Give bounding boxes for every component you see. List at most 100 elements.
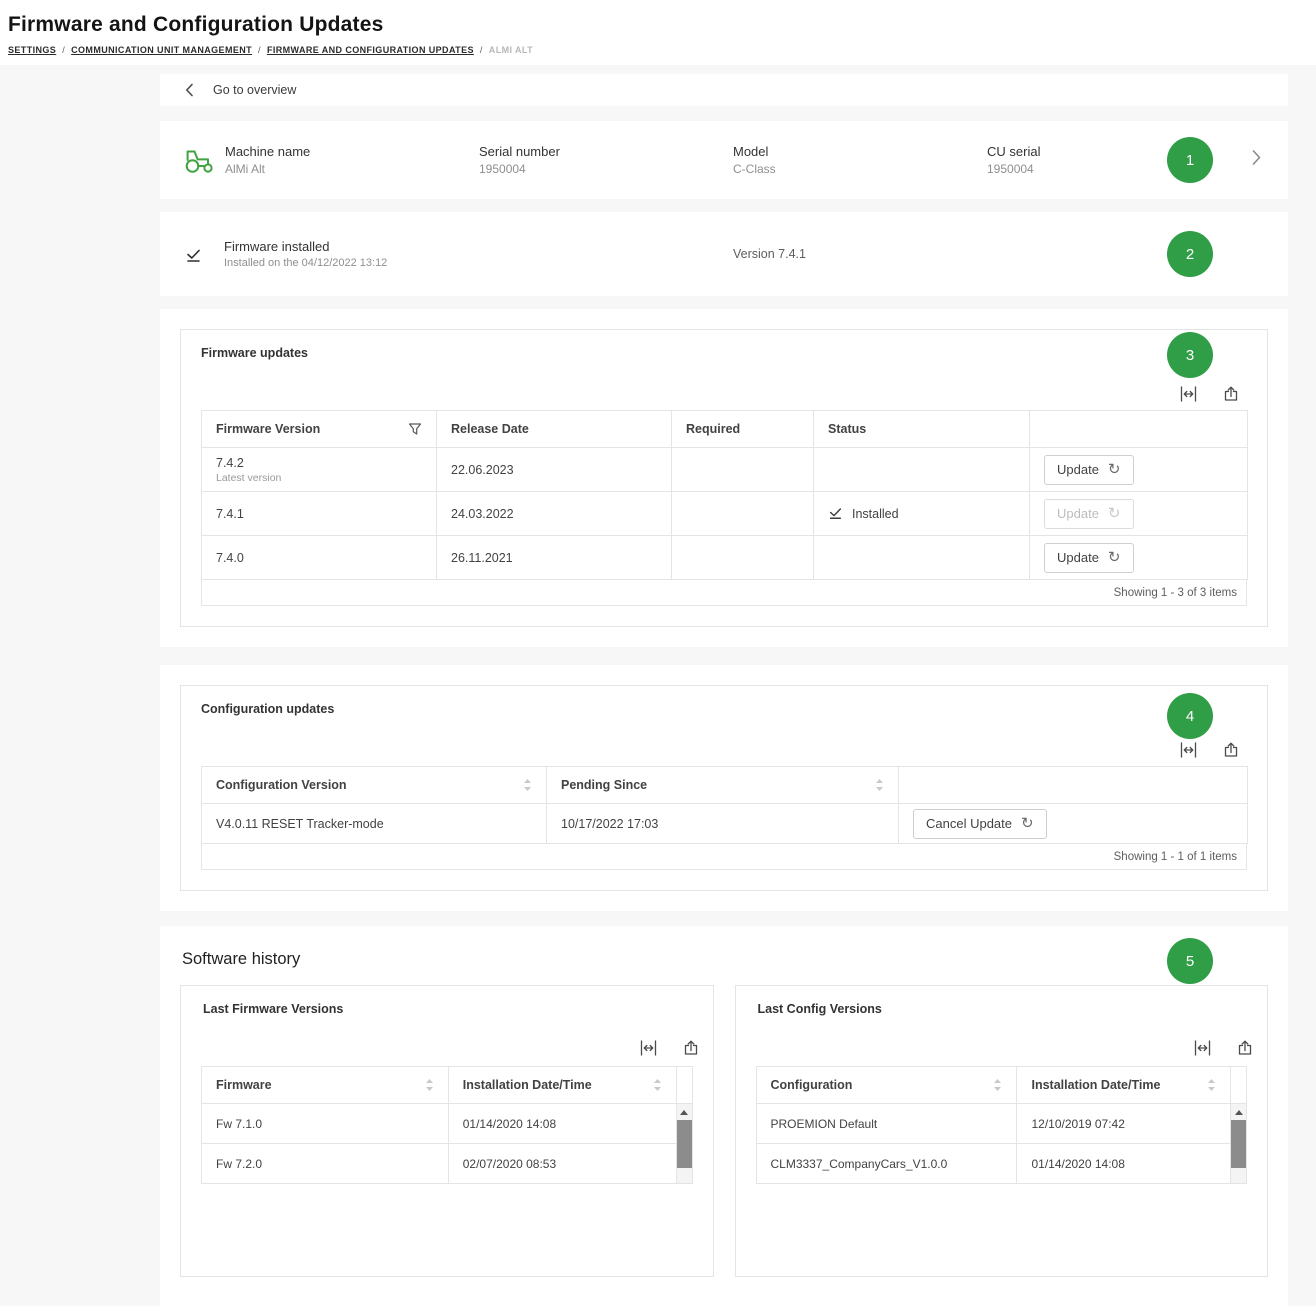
firmware-updates-box: Firmware updates 3 Firmware Version	[180, 329, 1268, 627]
scroll-up-button[interactable]	[1231, 1104, 1246, 1120]
sort-icon[interactable]	[875, 778, 884, 792]
firmware-row-742: 7.4.2 Latest version 22.06.2023 Update ↻	[202, 448, 1248, 492]
breadcrumb-current-machine: ALMI ALT	[489, 45, 533, 55]
update-button-label: Update	[1057, 506, 1099, 521]
last-firmware-table-wrap: Firmware Installation Date/Time	[201, 1066, 693, 1184]
step-badge-4: 4	[1167, 693, 1213, 739]
pending-since-cell: 10/17/2022 17:03	[547, 804, 899, 844]
firmware-version-text: 7.4.2	[216, 456, 422, 470]
column-settings-icon[interactable]	[1180, 386, 1197, 402]
breadcrumb-communication-unit-management[interactable]: COMMUNICATION UNIT MANAGEMENT	[71, 45, 252, 55]
column-settings-icon[interactable]	[1194, 1040, 1211, 1056]
sort-icon[interactable]	[425, 1078, 434, 1092]
configuration-updates-toolbar	[201, 742, 1239, 758]
vertical-scrollbar[interactable]	[1230, 1066, 1247, 1184]
firmware-version-cell: 7.4.2 Latest version	[202, 448, 437, 492]
last-firmware-versions-panel: Last Firmware Versions	[180, 985, 714, 1277]
sort-icon[interactable]	[993, 1078, 1002, 1092]
firmware-version-header: Firmware Version	[202, 411, 437, 448]
firmware-updates-card: Firmware updates 3 Firmware Version	[160, 309, 1288, 647]
installed-version: Version 7.4.1	[733, 247, 806, 261]
status-cell	[814, 448, 1030, 492]
status-cell: Installed	[814, 492, 1030, 536]
serial-number-label: Serial number	[479, 144, 733, 159]
config-history-row: CLM3337_CompanyCars_V1.0.0 01/14/2020 14…	[756, 1144, 1231, 1184]
firmware-updates-toolbar	[201, 386, 1239, 402]
vertical-scrollbar[interactable]	[676, 1066, 693, 1184]
configuration-updates-table: Configuration Version Pending Since	[201, 766, 1248, 844]
refresh-icon: ↻	[1108, 551, 1121, 564]
firmware-version-cell: 7.4.0	[202, 536, 437, 580]
breadcrumb-settings[interactable]: SETTINGS	[8, 45, 56, 55]
sort-icon[interactable]	[653, 1078, 662, 1092]
firmware-row-741: 7.4.1 24.03.2022 Installed	[202, 492, 1248, 536]
required-cell	[672, 448, 814, 492]
machine-summary-card[interactable]: Machine name AlMi Alt Serial number 1950…	[160, 121, 1288, 199]
release-date-header: Release Date	[437, 411, 672, 448]
export-icon[interactable]	[1237, 1040, 1253, 1056]
configuration-column-label: Configuration	[771, 1078, 853, 1092]
software-history-card: Software history 5 Last Firmware Version…	[160, 926, 1288, 1306]
actions-cell: Update ↻	[1030, 536, 1248, 580]
scroll-up-arrow-icon	[1235, 1110, 1243, 1115]
cancel-update-button[interactable]: Cancel Update ↻	[913, 809, 1047, 839]
tractor-icon	[183, 147, 214, 174]
go-to-overview-label: Go to overview	[213, 83, 296, 97]
filter-icon[interactable]	[408, 422, 422, 436]
actions-header	[1030, 411, 1248, 448]
breadcrumb-separator: /	[62, 45, 65, 55]
configuration-updates-card: Configuration updates 4 Configuration Ve…	[160, 665, 1288, 911]
scroll-up-arrow-icon	[680, 1110, 688, 1115]
actions-cell: Cancel Update ↻	[899, 804, 1248, 844]
status-cell	[814, 536, 1030, 580]
configuration-row: V4.0.11 RESET Tracker-mode 10/17/2022 17…	[202, 804, 1248, 844]
firmware-history-row: Fw 7.1.0 01/14/2020 14:08	[202, 1104, 677, 1144]
installation-datetime-label: Installation Date/Time	[1031, 1078, 1160, 1092]
scrollbar-thumb[interactable]	[677, 1120, 692, 1168]
serial-number-field: Serial number 1950004	[479, 144, 733, 176]
last-firmware-header-row: Firmware Installation Date/Time	[202, 1067, 677, 1104]
installed-subtitle: Installed on the 04/12/2022 13:12	[224, 257, 733, 269]
scrollbar-thumb[interactable]	[1231, 1120, 1246, 1168]
config-name-cell: PROEMION Default	[756, 1104, 1017, 1144]
serial-number-value: 1950004	[479, 162, 733, 176]
check-installed-icon	[828, 505, 843, 523]
scroll-up-button[interactable]	[677, 1104, 692, 1120]
check-installed-icon	[185, 246, 203, 263]
step-badge-1: 1	[1167, 137, 1213, 183]
breadcrumb-firmware-config-updates[interactable]: FIRMWARE AND CONFIGURATION UPDATES	[267, 45, 474, 55]
last-config-table: Configuration Installation Date/Time	[756, 1066, 1232, 1184]
config-datetime-cell: 01/14/2020 14:08	[1017, 1144, 1231, 1184]
sort-icon[interactable]	[1207, 1078, 1216, 1092]
last-config-toolbar	[736, 1040, 1254, 1056]
scrollbar-track[interactable]	[677, 1104, 692, 1183]
firmware-name-cell: Fw 7.1.0	[202, 1104, 449, 1144]
last-config-versions-title: Last Config Versions	[736, 1002, 1268, 1016]
update-button-740[interactable]: Update ↻	[1044, 543, 1134, 573]
installation-datetime-label: Installation Date/Time	[463, 1078, 592, 1092]
chevron-right-icon[interactable]	[1252, 150, 1261, 171]
sort-icon[interactable]	[523, 778, 532, 792]
cancel-update-icon: ↻	[1021, 817, 1034, 830]
update-button-741-disabled: Update ↻	[1044, 499, 1134, 529]
update-button-742[interactable]: Update ↻	[1044, 455, 1134, 485]
release-date-cell: 24.03.2022	[437, 492, 672, 536]
last-config-table-wrap: Configuration Installation Date/Time	[756, 1066, 1248, 1184]
config-name-cell: CLM3337_CompanyCars_V1.0.0	[756, 1144, 1017, 1184]
export-icon[interactable]	[683, 1040, 699, 1056]
firmware-row-740: 7.4.0 26.11.2021 Update ↻	[202, 536, 1248, 580]
installed-status-label: Installed	[852, 507, 899, 521]
pending-since-header-label: Pending Since	[561, 778, 647, 792]
back-chevron-icon[interactable]	[185, 83, 194, 97]
export-icon[interactable]	[1223, 386, 1239, 402]
page-title: Firmware and Configuration Updates	[8, 13, 1308, 37]
configuration-table-header-row: Configuration Version Pending Since	[202, 767, 1248, 804]
firmware-version-header-label: Firmware Version	[216, 422, 320, 436]
scrollbar-track[interactable]	[1231, 1104, 1246, 1183]
export-icon[interactable]	[1223, 742, 1239, 758]
go-to-overview-bar[interactable]: Go to overview	[160, 74, 1288, 106]
column-settings-icon[interactable]	[640, 1040, 657, 1056]
required-header: Required	[672, 411, 814, 448]
column-settings-icon[interactable]	[1180, 742, 1197, 758]
actions-cell: Update ↻	[1030, 448, 1248, 492]
